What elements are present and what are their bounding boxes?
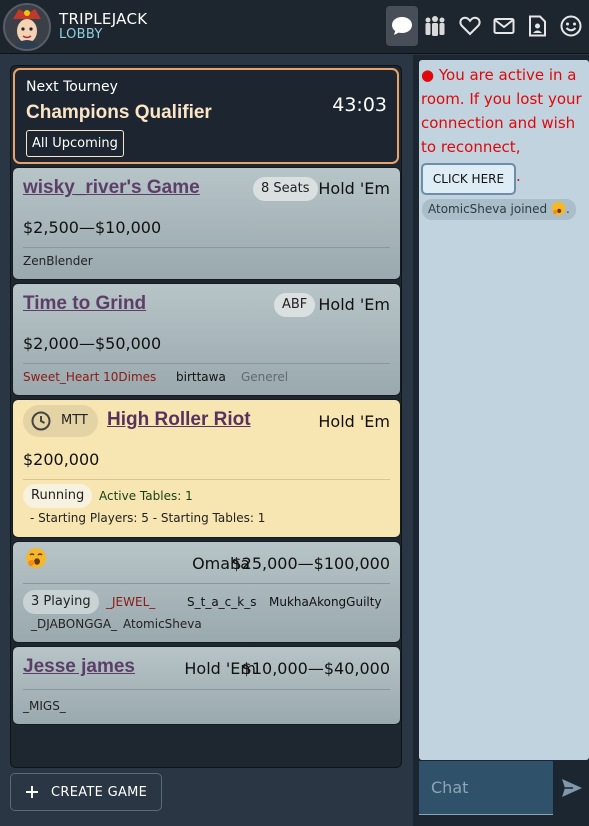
smiley-icon [560,15,582,37]
app-title: TRIPLEJACK [59,10,148,28]
active-tables: Active Tables: 1 [99,489,193,503]
players-icon [425,16,445,36]
divider [23,479,390,480]
game-card[interactable]: Omaha $25,000—$100,000 3 Playing _JEWEL_… [12,541,401,643]
reconnect-button[interactable]: CLICK HERE [421,163,516,195]
game-title[interactable]: wisky_river's Game [23,177,200,199]
player-name: _JEWEL_ [106,595,156,609]
abf-badge: ABF [274,293,316,317]
game-title[interactable]: High Roller Riot [107,409,251,431]
user-avatar[interactable] [3,3,51,51]
game-title[interactable]: Time to Grind [23,293,146,315]
player-name: _MIGS_ [23,699,66,713]
next-tourney-card[interactable]: Next Tourney Champions Qualifier 43:03 A… [13,68,399,164]
emoji-nav-button[interactable] [555,6,587,46]
players-nav-button[interactable] [419,6,451,46]
stakes: $200,000 [23,450,100,469]
contact-icon [529,15,546,37]
tourney-name[interactable]: Champions Qualifier [26,102,212,124]
game-card[interactable]: wisky_river's Game 8 Seats Hold 'Em $2,5… [12,167,401,280]
player-name: birttawa [176,370,226,384]
mtt-badge: MTT [23,405,98,437]
app-header: TRIPLEJACK LOBBY [0,0,589,54]
send-icon [562,779,582,797]
yawning-emoji-icon [26,548,46,568]
clock-icon [31,411,51,431]
divider [23,689,390,690]
player-name: MukhaAkongGuilty [269,595,382,609]
chat-input[interactable]: Chat [419,761,553,815]
status-badge: Running [23,484,93,508]
divider [23,247,390,248]
stakes: $2,500—$10,000 [23,218,162,237]
game-title[interactable]: Jesse james [23,656,135,678]
player-name: ZenBlender [23,254,93,268]
contacts-nav-button[interactable] [521,6,553,46]
chat-icon [392,17,412,35]
lobby-list[interactable]: Next Tourney Champions Qualifier 43:03 A… [10,65,402,768]
plus-icon [26,786,38,798]
game-type: Hold 'Em [318,412,390,431]
tourney-countdown: 43:03 [332,94,387,116]
all-upcoming-button[interactable]: All Upcoming [26,130,124,157]
yawning-emoji-icon [551,201,566,216]
player-name: Generel [241,370,289,384]
join-text: AtomicSheva joined [428,202,548,216]
player-name: Sweet_Heart 10Dimes [23,370,157,384]
join-message: AtomicSheva joined . [422,199,576,220]
next-tourney-label: Next Tourney [26,79,118,95]
chat-nav-button[interactable] [386,6,418,46]
divider [23,583,390,584]
player-name: AtomicSheva [123,617,202,631]
create-game-button[interactable]: CREATE GAME [10,773,162,811]
stakes: $2,000—$50,000 [23,334,162,353]
playing-count-badge: 3 Playing [23,590,99,614]
game-type: Hold 'Em [318,179,390,198]
messages-nav-button[interactable] [488,6,520,46]
game-type: Hold 'Em [318,295,390,314]
stakes: $25,000—$100,000 [231,554,390,573]
chat-log[interactable]: ● You are active in a room. If you lost … [419,60,589,760]
player-name: S_t_a_c_k_s [187,595,257,609]
game-card[interactable]: Jesse james Hold 'Em $10,000—$40,000 _MI… [12,646,401,725]
mail-icon [493,18,515,34]
app-subtitle: LOBBY [59,27,103,42]
game-card[interactable]: Time to Grind ABF Hold 'Em $2,000—$50,00… [12,283,401,396]
send-button[interactable] [559,773,585,803]
mtt-label: MTT [61,413,88,428]
notice-period: . [516,167,521,185]
create-game-label: CREATE GAME [51,784,148,800]
game-card-featured[interactable]: MTT High Roller Riot Hold 'Em $200,000 R… [12,399,401,538]
seats-badge: 8 Seats [253,177,318,201]
chat-panel: ● You are active in a room. If you lost … [413,55,589,826]
player-name: _DJABONGGA_ [31,617,118,631]
stakes: $10,000—$40,000 [241,659,390,678]
reconnect-notice: ● You are active in a room. If you lost … [421,66,582,156]
divider [23,363,390,364]
heart-icon [459,16,481,36]
favorites-nav-button[interactable] [454,6,486,46]
tournament-details: - Starting Players: 5 - Starting Tables:… [30,511,266,525]
